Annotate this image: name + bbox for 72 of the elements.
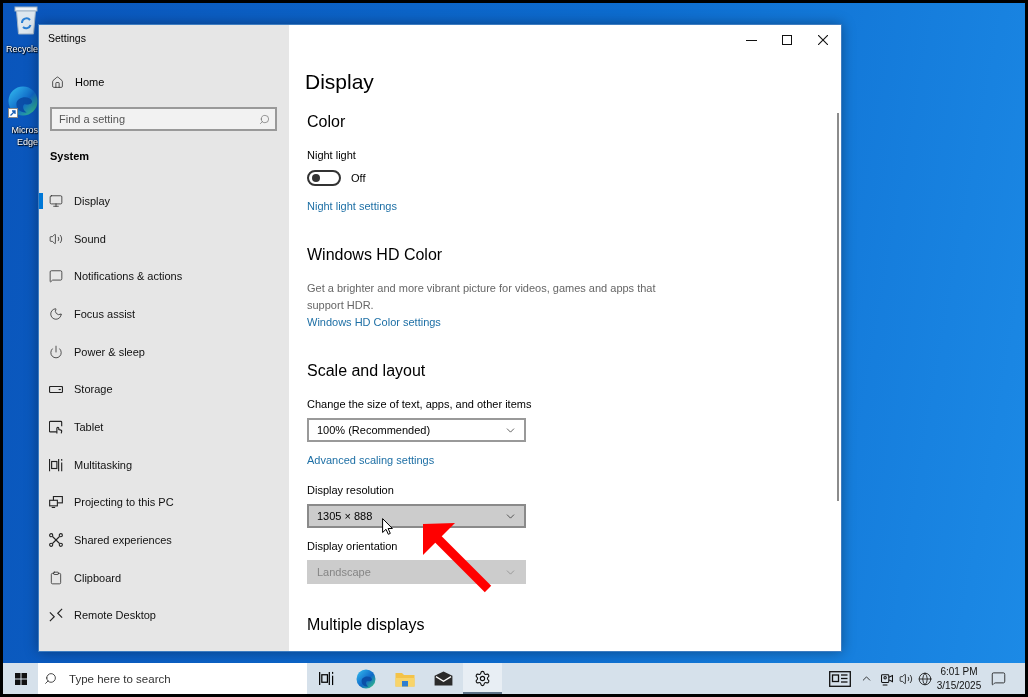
sidebar-nav-item[interactable]: Notifications & actions	[39, 257, 289, 296]
browser-icon	[355, 668, 376, 689]
page-title: Display	[305, 69, 374, 95]
chevrons-icon	[49, 608, 63, 623]
news-widget-icon	[829, 670, 851, 687]
close-icon	[818, 35, 828, 45]
search-icon	[259, 114, 270, 125]
window-title: Settings	[47, 31, 87, 46]
setting-label: Night light	[307, 148, 356, 163]
screens-icon	[49, 496, 63, 509]
envelope-icon	[434, 671, 453, 686]
speech-bubble-icon	[990, 671, 1006, 686]
globe-icon	[917, 671, 932, 686]
scrollbar-thumb[interactable]	[837, 113, 839, 501]
sidebar-nav-item[interactable]: Projecting to this PC	[39, 483, 289, 522]
multitasking-icon	[49, 457, 63, 472]
annotation-arrow	[420, 521, 492, 593]
power-icon	[49, 344, 63, 359]
sidebar-nav-item[interactable]: Storage	[39, 370, 289, 409]
folder-icon	[394, 670, 415, 687]
section-heading: Multiple displays	[307, 615, 425, 635]
dropdown[interactable]: 1305 × 888	[307, 504, 526, 528]
sidebar-nav-item[interactable]: Clipboard	[39, 558, 289, 597]
windows-logo-icon	[14, 672, 27, 685]
sidebar-nav-item[interactable]: Power & sleep	[39, 332, 289, 371]
toggle-state-label: Off	[351, 171, 366, 186]
section-title: System	[50, 149, 91, 164]
settings-link[interactable]: Night light settings	[307, 198, 397, 214]
desktop-icon-label: Micros Edge	[11, 124, 38, 148]
moon-icon	[49, 306, 63, 321]
clipboard-icon	[49, 570, 63, 585]
sidebar-nav-item[interactable]: Sound	[39, 219, 289, 258]
sidebar-nav-item[interactable]: Focus assist	[39, 295, 289, 333]
desktop-icon-label: Recycle	[6, 43, 38, 55]
section-heading: Color	[307, 112, 346, 132]
settings-link[interactable]: Advanced scaling settings	[307, 452, 435, 468]
drive-icon	[49, 385, 63, 393]
taskbar-app-button[interactable]	[463, 663, 502, 694]
setting-label: Display orientation	[307, 539, 398, 554]
nodes-icon	[49, 533, 63, 548]
section-heading: Windows HD Color	[307, 245, 443, 265]
sidebar-nav-item[interactable]: Remote Desktop	[39, 596, 289, 635]
settings-icon	[474, 670, 491, 687]
settings-link[interactable]: Windows HD Color settings	[307, 314, 441, 330]
browser-shortcut-icon[interactable]	[8, 86, 38, 118]
maximize-icon	[782, 35, 792, 45]
section-heading: Scale and layout	[307, 361, 426, 381]
speech-bubble-icon	[49, 269, 63, 284]
setting-label: Display resolution	[307, 483, 394, 498]
monitor-icon	[49, 193, 63, 208]
minimize-icon	[745, 39, 757, 41]
home-nav-item[interactable]: Home	[39, 72, 289, 92]
home-icon	[51, 75, 64, 89]
speaker-icon	[49, 231, 63, 246]
tablet-icon	[49, 419, 63, 434]
setting-label: Change the size of text, apps, and other items	[307, 397, 532, 412]
camera-icon	[880, 671, 893, 686]
sidebar-nav-item[interactable]: Multitasking	[39, 445, 289, 484]
sidebar-nav-item[interactable]: Display	[39, 182, 289, 220]
toggle-switch[interactable]	[307, 170, 341, 186]
taskbar-search-field[interactable]: Type here to search	[38, 663, 307, 694]
task-view-icon	[319, 671, 334, 686]
recycle-bin-icon[interactable]	[14, 5, 38, 35]
settings-search-field[interactable]: Find a setting	[50, 107, 277, 131]
sidebar-nav-item[interactable]: Tablet	[39, 408, 289, 446]
description-text: Get a brighter and more vibrant picture for videos, games and apps that support HDR.	[307, 281, 657, 313]
search-icon	[44, 672, 57, 685]
dropdown[interactable]: 100% (Recommended)	[307, 418, 526, 442]
mouse-pointer-icon	[382, 518, 393, 535]
speaker-icon	[898, 671, 913, 686]
sidebar-nav-item[interactable]: Shared experiences	[39, 521, 289, 559]
clock[interactable]: 6:01 PM 3/15/2025	[934, 663, 984, 694]
